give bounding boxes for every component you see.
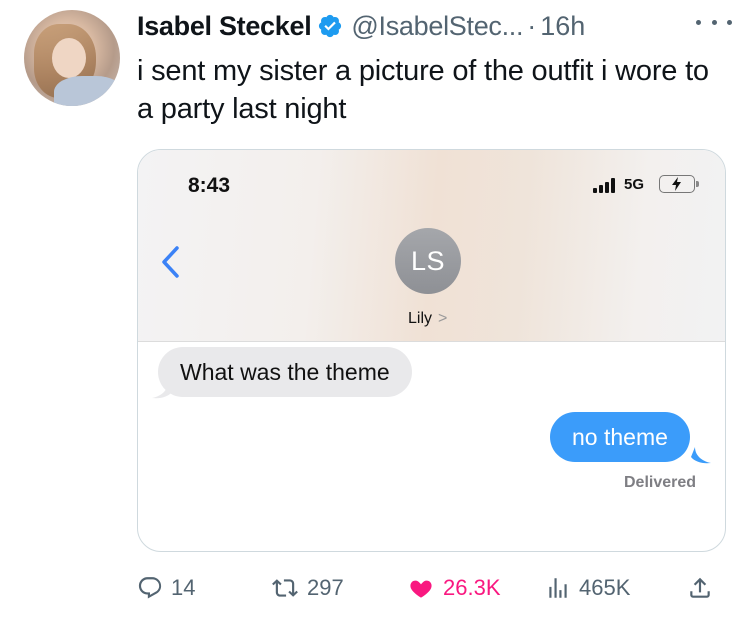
status-bar-time: 8:43 [188,174,231,197]
contact-name: Lily [408,310,433,327]
avatar-face [52,38,86,78]
like-count: 26.3K [443,575,501,600]
signal-bars-icon [593,177,615,193]
outgoing-message-bubble: no theme [550,412,690,462]
network-type: 5G [624,176,645,193]
tweet-time[interactable]: 16h [540,11,585,42]
reply-button[interactable]: 14 [137,566,195,610]
tweet-media-image[interactable]: 8:43 5G LS Lily > What was the theme no … [137,149,726,552]
like-button[interactable]: 26.3K [407,566,501,610]
views-button[interactable]: 465K [545,566,630,610]
chevron-right-icon: > [438,310,448,327]
views-count: 465K [579,575,631,600]
avatar[interactable] [24,10,120,106]
imessage-header-divider [138,341,725,342]
retweet-icon [272,579,298,597]
tweet-header: Isabel Steckel @IsabelStec... · 16h [137,8,585,44]
avatar-shirt [54,76,120,106]
reply-icon [138,577,162,599]
delivery-status: Delivered [624,474,697,491]
incoming-message-bubble: What was the theme [158,347,412,397]
heart-filled-icon [410,580,432,598]
retweet-count: 297 [307,575,344,600]
contact-name-row: Lily > [408,310,447,328]
more-dot [696,19,701,25]
share-icon [690,577,710,598]
back-chevron-icon [162,246,179,278]
verified-badge-icon[interactable] [317,13,343,39]
reply-count: 14 [171,575,196,600]
tweet-text: i sent my sister a picture of the outfit… [137,55,709,125]
outgoing-bubble-tail [691,447,711,464]
contact-avatar: LS [395,228,461,294]
author-handle[interactable]: @IsabelStec... [351,11,523,42]
share-button[interactable] [687,566,713,610]
retweet-button[interactable]: 297 [271,566,344,610]
views-chart-icon [549,578,567,598]
more-dot [727,19,732,25]
more-dot [711,19,717,25]
tweet-action-bar: 14 297 26.3K 465K [137,566,727,610]
author-name[interactable]: Isabel Steckel [137,11,312,42]
more-options-icon[interactable] [696,10,732,34]
battery-charging-icon [659,175,699,193]
separator-dot: · [527,10,537,41]
